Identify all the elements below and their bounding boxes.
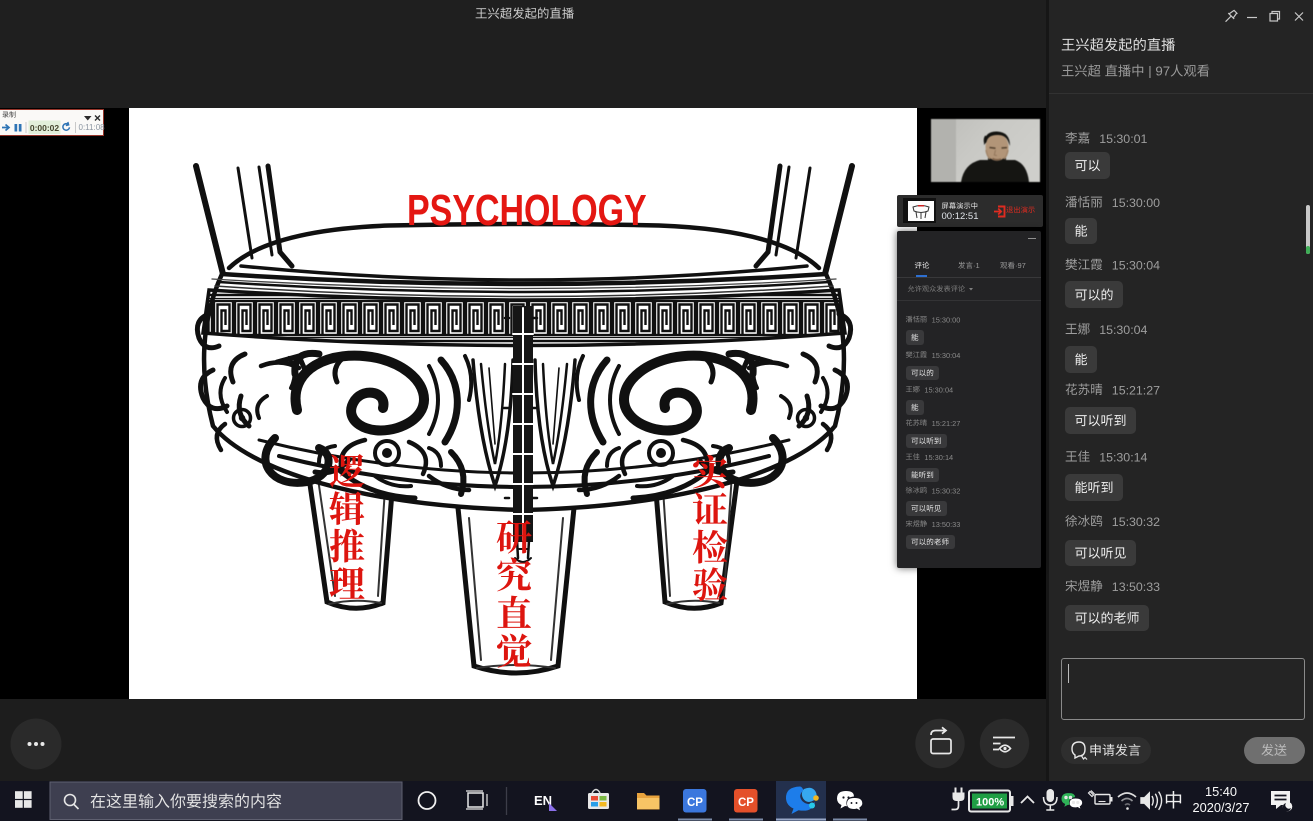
svg-text:15:30:14: 15:30:14	[1099, 451, 1147, 465]
svg-text:15:30:04: 15:30:04	[924, 385, 953, 394]
svg-text:15:21:27: 15:21:27	[1112, 384, 1160, 398]
svg-text:15:30:01: 15:30:01	[1099, 132, 1147, 146]
svg-text:13:50:33: 13:50:33	[1112, 580, 1160, 594]
svg-text:15:30:00: 15:30:00	[932, 315, 961, 324]
svg-text:15:30:04: 15:30:04	[1099, 323, 1147, 337]
svg-text:15:30:14: 15:30:14	[924, 453, 953, 462]
svg-text:15:30:04: 15:30:04	[932, 351, 961, 360]
svg-text:15:21:27: 15:21:27	[932, 419, 961, 428]
svg-text:13:50:33: 13:50:33	[932, 520, 961, 529]
svg-text:·1: ·1	[973, 261, 980, 270]
svg-text:15:30:00: 15:30:00	[1112, 196, 1160, 210]
svg-text:15:30:04: 15:30:04	[1112, 259, 1160, 273]
svg-text:15:30:32: 15:30:32	[932, 486, 961, 495]
svg-text:15:30:32: 15:30:32	[1112, 515, 1160, 529]
svg-text:·97: ·97	[1015, 261, 1026, 270]
svg-text:| 97: | 97	[1148, 63, 1170, 78]
